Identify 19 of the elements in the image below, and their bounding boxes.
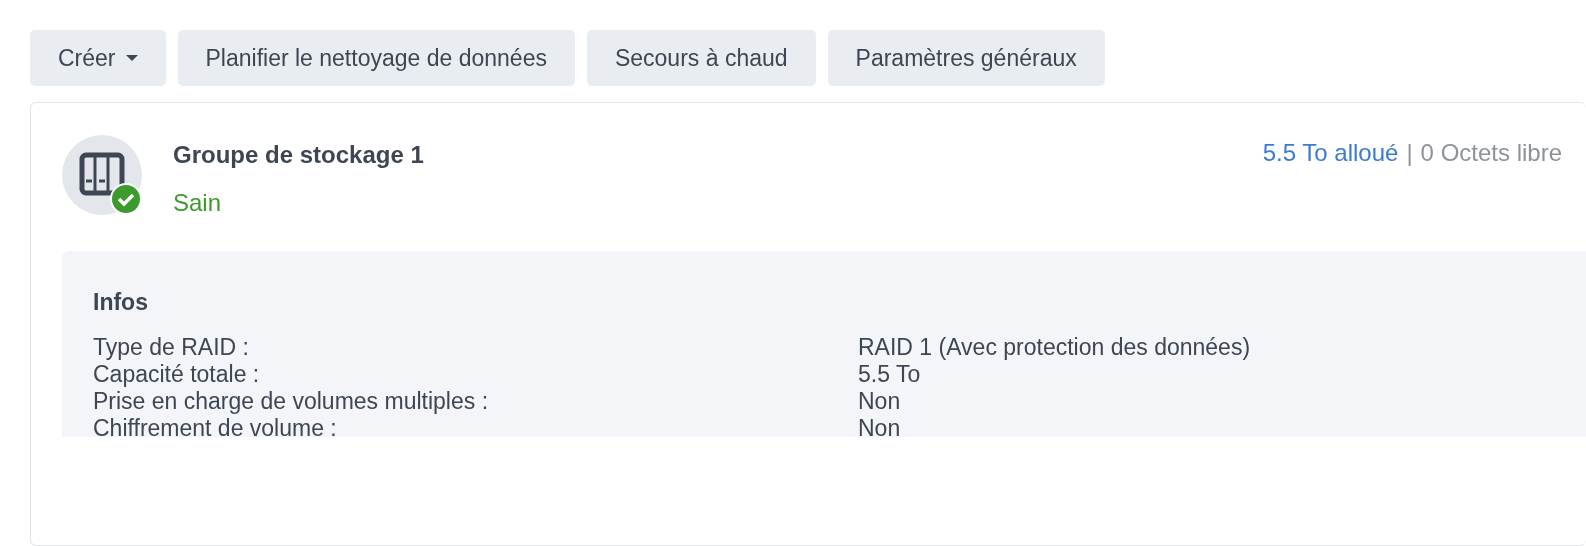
info-value: RAID 1 (Avec protection des données) — [858, 334, 1252, 361]
free-size: 0 Octets libre — [1420, 139, 1562, 167]
caret-icon — [125, 54, 138, 62]
pool-status: Sain — [173, 189, 223, 217]
info-label: Type de RAID : — [93, 334, 250, 361]
toolbar-button[interactable]: Paramètres généraux — [827, 30, 1105, 86]
info-value: Non — [858, 388, 902, 415]
allocated-size: 5.5 To alloué — [1262, 139, 1399, 167]
info-label: Capacité totale : — [93, 361, 261, 388]
info-label: Prise en charge de volumes multiples : — [93, 388, 490, 415]
info-label: Chiffrement de volume : — [93, 415, 338, 442]
separator: | — [1406, 139, 1413, 167]
toolbar-button[interactable]: Planifier le nettoyage de données — [177, 30, 575, 86]
create-dropdown[interactable]: Créer — [30, 30, 166, 86]
info-heading: Infos — [93, 289, 149, 316]
pool-title: Groupe de stockage 1 — [173, 141, 425, 169]
info-value: 5.5 To — [858, 361, 922, 388]
toolbar-button[interactable]: Secours à chaud — [586, 30, 816, 86]
info-value: Non — [858, 415, 902, 442]
